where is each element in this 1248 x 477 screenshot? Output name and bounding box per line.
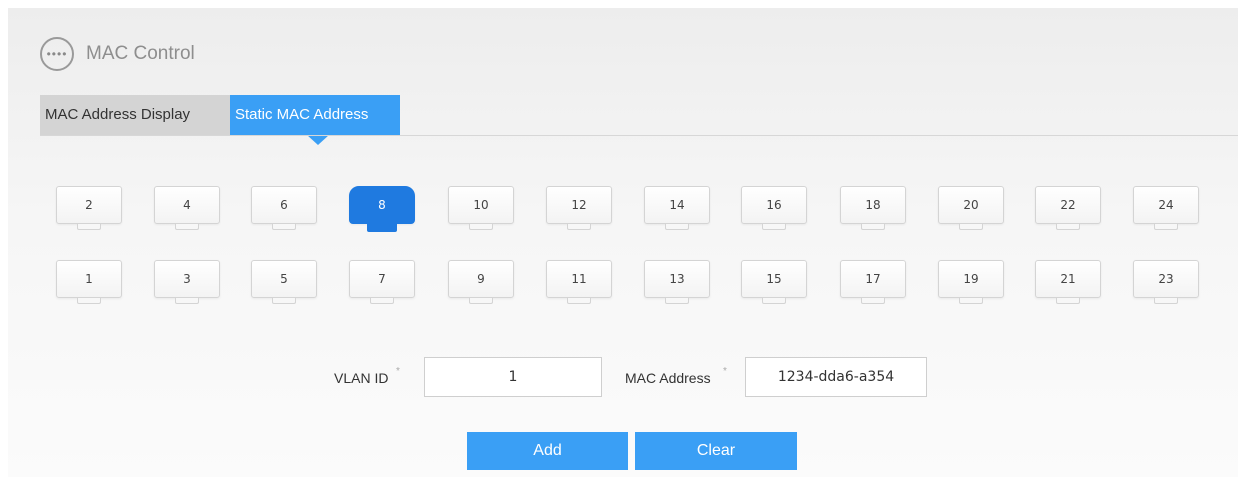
port-label: 23 bbox=[1158, 272, 1174, 286]
vlan-id-input[interactable] bbox=[424, 357, 602, 397]
port-12[interactable]: 12 bbox=[546, 186, 612, 234]
port-label: 2 bbox=[85, 198, 93, 212]
port-23[interactable]: 23 bbox=[1133, 260, 1199, 308]
port-17[interactable]: 17 bbox=[840, 260, 906, 308]
port-label: 17 bbox=[865, 272, 881, 286]
port-label: 14 bbox=[669, 198, 685, 212]
port-3[interactable]: 3 bbox=[154, 260, 220, 308]
port-label: 18 bbox=[865, 198, 881, 212]
port-latch bbox=[861, 224, 885, 230]
port-latch bbox=[762, 298, 786, 304]
port-20[interactable]: 20 bbox=[938, 186, 1004, 234]
port-13[interactable]: 13 bbox=[644, 260, 710, 308]
port-21[interactable]: 21 bbox=[1035, 260, 1101, 308]
port-latch bbox=[272, 224, 296, 230]
port-label: 3 bbox=[183, 272, 191, 286]
port-15[interactable]: 15 bbox=[741, 260, 807, 308]
port-label: 16 bbox=[766, 198, 782, 212]
port-latch bbox=[567, 224, 591, 230]
port-label: 10 bbox=[473, 198, 489, 212]
port-label: 5 bbox=[280, 272, 288, 286]
port-latch bbox=[665, 224, 689, 230]
port-label: 8 bbox=[378, 198, 386, 212]
port-latch bbox=[1056, 298, 1080, 304]
port-latch bbox=[370, 298, 394, 304]
port-label: 22 bbox=[1060, 198, 1076, 212]
port-16[interactable]: 16 bbox=[741, 186, 807, 234]
port-latch bbox=[861, 298, 885, 304]
port-label: 9 bbox=[477, 272, 485, 286]
port-14[interactable]: 14 bbox=[644, 186, 710, 234]
port-7[interactable]: 7 bbox=[349, 260, 415, 308]
port-latch bbox=[762, 224, 786, 230]
vlan-required-mark: * bbox=[396, 366, 400, 377]
port-label: 6 bbox=[280, 198, 288, 212]
port-label: 15 bbox=[766, 272, 782, 286]
mac-required-mark: * bbox=[723, 366, 727, 377]
port-latch bbox=[469, 298, 493, 304]
port-19[interactable]: 19 bbox=[938, 260, 1004, 308]
port-label: 1 bbox=[85, 272, 93, 286]
port-latch bbox=[469, 224, 493, 230]
port-latch bbox=[272, 298, 296, 304]
port-8[interactable]: 8 bbox=[349, 186, 415, 234]
port-label: 20 bbox=[963, 198, 979, 212]
port-5[interactable]: 5 bbox=[251, 260, 317, 308]
port-9[interactable]: 9 bbox=[448, 260, 514, 308]
vlan-id-label: VLAN ID bbox=[334, 370, 389, 386]
port-label: 11 bbox=[571, 272, 587, 286]
port-latch bbox=[959, 298, 983, 304]
port-latch bbox=[1154, 298, 1178, 304]
mac-address-label: MAC Address bbox=[625, 370, 711, 386]
port-latch bbox=[1056, 224, 1080, 230]
port-latch bbox=[665, 298, 689, 304]
port-label: 19 bbox=[963, 272, 979, 286]
port-11[interactable]: 11 bbox=[546, 260, 612, 308]
port-latch bbox=[77, 298, 101, 304]
port-label: 24 bbox=[1158, 198, 1174, 212]
mac-address-input[interactable] bbox=[745, 357, 927, 397]
port-6[interactable]: 6 bbox=[251, 186, 317, 234]
port-label: 13 bbox=[669, 272, 685, 286]
port-22[interactable]: 22 bbox=[1035, 186, 1101, 234]
port-1[interactable]: 1 bbox=[56, 260, 122, 308]
port-label: 21 bbox=[1060, 272, 1076, 286]
port-latch bbox=[959, 224, 983, 230]
port-18[interactable]: 18 bbox=[840, 186, 906, 234]
add-button[interactable]: Add bbox=[467, 432, 628, 470]
port-label: 4 bbox=[183, 198, 191, 212]
clear-button[interactable]: Clear bbox=[635, 432, 797, 470]
port-10[interactable]: 10 bbox=[448, 186, 514, 234]
port-latch bbox=[567, 298, 591, 304]
port-latch bbox=[175, 224, 199, 230]
port-label: 7 bbox=[378, 272, 386, 286]
port-2[interactable]: 2 bbox=[56, 186, 122, 234]
port-latch bbox=[1154, 224, 1178, 230]
port-latch bbox=[77, 224, 101, 230]
port-4[interactable]: 4 bbox=[154, 186, 220, 234]
port-24[interactable]: 24 bbox=[1133, 186, 1199, 234]
port-latch bbox=[175, 298, 199, 304]
port-label: 12 bbox=[571, 198, 587, 212]
port-panel: 2 4 6 8 10 12 14 16 18 20 22 24 1 3 5 7 … bbox=[8, 8, 1238, 338]
port-latch bbox=[367, 224, 397, 232]
mac-control-panel: •••• MAC Control MAC Address Display Sta… bbox=[8, 8, 1238, 477]
